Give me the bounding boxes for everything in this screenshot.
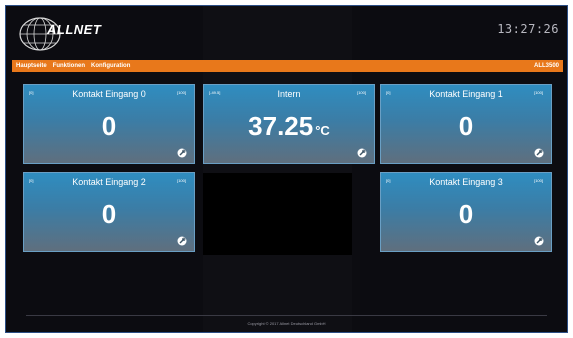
copyright-text: Copyright © 2017 Allnet Deutschland GmbH (247, 321, 326, 326)
range-max: [100] (177, 90, 186, 95)
menu-item-hauptseite[interactable]: Hauptseite (16, 63, 47, 69)
tile-title: Kontakt Eingang 0 (72, 89, 146, 99)
tile-value: 0 (24, 111, 194, 142)
wrench-icon[interactable] (534, 236, 544, 246)
menu-item-funktionen[interactable]: Funktionen (53, 63, 85, 69)
dashboard-window: ALLNET 13:27:26 Hauptseite Funktionen Ko… (5, 5, 568, 333)
value-number: 0 (101, 199, 117, 229)
tile-title: Kontakt Eingang 2 (72, 177, 146, 187)
value-number: 0 (458, 111, 474, 141)
tile-value: 0 (381, 111, 551, 142)
tile-value: 0 (24, 199, 194, 230)
tile-value: 37.25 °C (204, 111, 374, 142)
sensor-tile-kontakt-eingang-3[interactable]: [0] Kontakt Eingang 3 [100] 0 (380, 172, 552, 252)
range-max: [100] (177, 178, 186, 183)
sensor-tile-intern[interactable]: [-49.5] Intern [100] 37.25 °C (203, 84, 375, 164)
range-max: [100] (534, 90, 543, 95)
value-unit: °C (315, 123, 330, 138)
empty-tile-slot (203, 173, 352, 255)
tile-title: Kontakt Eingang 1 (429, 89, 503, 99)
menu-bar: Hauptseite Funktionen Konfiguration ALL3… (12, 60, 563, 72)
tile-title: Intern (277, 89, 301, 99)
wrench-icon[interactable] (534, 148, 544, 158)
value-number: 0 (458, 199, 474, 229)
wrench-icon[interactable] (177, 236, 187, 246)
logo-text: ALLNET (47, 22, 102, 37)
sensor-tile-kontakt-eingang-1[interactable]: [0] Kontakt Eingang 1 [100] 0 (380, 84, 552, 164)
wrench-icon[interactable] (357, 148, 367, 158)
clock: 13:27:26 (497, 22, 559, 36)
wrench-icon[interactable] (177, 148, 187, 158)
range-max: [100] (357, 90, 366, 95)
footer-divider (26, 315, 547, 316)
value-number: 37.25 (248, 111, 314, 141)
sensor-tile-kontakt-eingang-2[interactable]: [0] Kontakt Eingang 2 [100] 0 (23, 172, 195, 252)
device-name: ALL3500 (533, 63, 559, 69)
column-shade (203, 6, 352, 332)
tile-title: Kontakt Eingang 3 (429, 177, 503, 187)
menu-item-konfiguration[interactable]: Konfiguration (91, 63, 130, 69)
sensor-tile-kontakt-eingang-0[interactable]: [0] Kontakt Eingang 0 [100] 0 (23, 84, 195, 164)
tile-value: 0 (381, 199, 551, 230)
range-max: [100] (534, 178, 543, 183)
value-number: 0 (101, 111, 117, 141)
